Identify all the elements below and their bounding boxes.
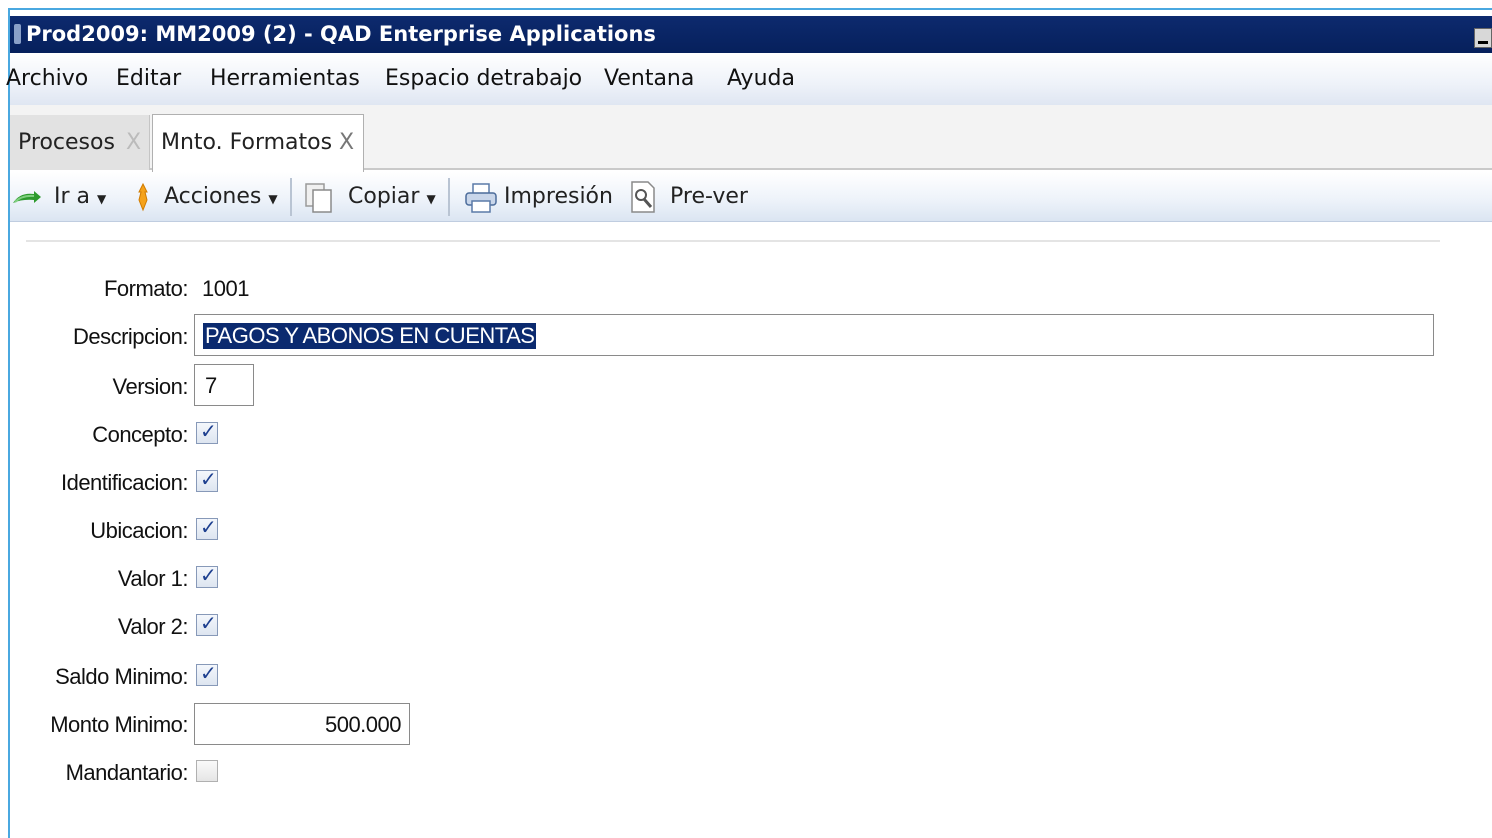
copy-label: Copiar bbox=[348, 184, 420, 209]
chevron-down-icon: ▼ bbox=[97, 192, 107, 206]
menu-herramientas[interactable]: Herramientas bbox=[210, 66, 360, 91]
identificacion-checkbox[interactable]: ✓ bbox=[196, 467, 218, 492]
ubicacion-label: Ubicacion: bbox=[90, 518, 188, 543]
monto-minimo-label: Monto Minimo: bbox=[50, 712, 188, 737]
copy-icon[interactable] bbox=[304, 182, 334, 214]
tab-strip: Procesos X Mnto. Formatos X bbox=[10, 105, 1492, 172]
version-label: Version: bbox=[112, 374, 189, 399]
valor2-label: Valor 2: bbox=[117, 614, 189, 639]
concepto-checkbox[interactable]: ✓ bbox=[196, 419, 218, 444]
content-divider bbox=[26, 240, 1440, 242]
app-icon bbox=[14, 24, 21, 44]
tab-procesos[interactable]: Procesos X bbox=[10, 115, 150, 170]
identificacion-label: Identificacion: bbox=[60, 470, 189, 495]
actions-icon[interactable] bbox=[132, 182, 154, 212]
mandantario-checkbox[interactable] bbox=[196, 760, 218, 782]
menu-bar: Archivo Editar Herramientas Espacio detr… bbox=[6, 53, 1492, 105]
menu-espacio-de-trabajo[interactable]: Espacio detrabajo bbox=[385, 66, 582, 91]
format-form: Formato: 1001 Descripcion: PAGOS Y ABONO… bbox=[10, 250, 1492, 838]
menu-archivo[interactable]: Archivo bbox=[6, 66, 88, 91]
chevron-down-icon: ▼ bbox=[268, 192, 278, 206]
descripcion-value: PAGOS Y ABONOS EN CUENTAS bbox=[203, 323, 537, 349]
check-icon: ✓ bbox=[200, 467, 217, 491]
toolbar-separator bbox=[448, 178, 450, 216]
menu-ventana[interactable]: Ventana bbox=[604, 66, 694, 91]
version-value: 7 bbox=[205, 373, 217, 398]
saldo-minimo-label: Saldo Minimo: bbox=[55, 664, 188, 689]
preview-button[interactable]: Pre-ver bbox=[670, 184, 748, 209]
tab-mnto-formatos[interactable]: Mnto. Formatos X bbox=[152, 114, 364, 172]
actions-button[interactable]: Acciones ▼ bbox=[164, 184, 278, 209]
print-button[interactable]: Impresión bbox=[504, 184, 613, 209]
version-input[interactable]: 7 bbox=[194, 364, 254, 406]
toolbar: Ir a ▼ Acciones ▼ Copiar ▼ Impresión Pre… bbox=[10, 172, 1492, 222]
close-icon[interactable]: X bbox=[126, 115, 141, 170]
formato-value: 1001 bbox=[202, 276, 249, 301]
descripcion-label: Descripcion: bbox=[72, 324, 189, 349]
chevron-down-icon: ▼ bbox=[426, 192, 436, 206]
monto-minimo-value: 500.000 bbox=[324, 712, 402, 737]
goto-icon[interactable] bbox=[12, 190, 42, 206]
tab-label: Procesos bbox=[18, 130, 115, 155]
monto-minimo-input[interactable]: 500.000 bbox=[194, 703, 410, 745]
mandantario-label: Mandantario: bbox=[65, 760, 189, 785]
ubicacion-checkbox[interactable]: ✓ bbox=[196, 515, 218, 540]
title-bar: Prod2009: MM2009 (2) - QAD Enterprise Ap… bbox=[10, 16, 1492, 53]
check-icon: ✓ bbox=[200, 419, 217, 443]
actions-label: Acciones bbox=[164, 184, 262, 209]
concepto-label: Concepto: bbox=[92, 422, 188, 447]
tab-label: Mnto. Formatos bbox=[161, 130, 333, 155]
descripcion-input[interactable]: PAGOS Y ABONOS EN CUENTAS bbox=[194, 314, 1434, 356]
menu-ayuda[interactable]: Ayuda bbox=[727, 66, 795, 91]
window-border-top bbox=[8, 8, 1492, 10]
window-title: Prod2009: MM2009 (2) - QAD Enterprise Ap… bbox=[26, 22, 656, 46]
valor1-label: Valor 1: bbox=[117, 566, 189, 591]
valor2-checkbox[interactable]: ✓ bbox=[196, 611, 218, 636]
toolbar-separator bbox=[290, 178, 292, 216]
formato-label: Formato: bbox=[103, 276, 189, 301]
check-icon: ✓ bbox=[200, 611, 217, 635]
close-icon[interactable]: X bbox=[339, 115, 354, 170]
goto-button[interactable]: Ir a ▼ bbox=[54, 184, 106, 209]
minimize-icon[interactable] bbox=[1474, 28, 1492, 48]
menu-editar[interactable]: Editar bbox=[116, 66, 181, 91]
valor1-checkbox[interactable]: ✓ bbox=[196, 563, 218, 588]
saldo-minimo-checkbox[interactable]: ✓ bbox=[196, 661, 218, 686]
goto-label: Ir a bbox=[54, 184, 91, 209]
preview-icon[interactable] bbox=[628, 180, 658, 214]
copy-button[interactable]: Copiar ▼ bbox=[348, 184, 436, 209]
print-icon[interactable] bbox=[464, 182, 498, 214]
check-icon: ✓ bbox=[200, 661, 217, 685]
check-icon: ✓ bbox=[200, 563, 217, 587]
check-icon: ✓ bbox=[200, 515, 217, 539]
